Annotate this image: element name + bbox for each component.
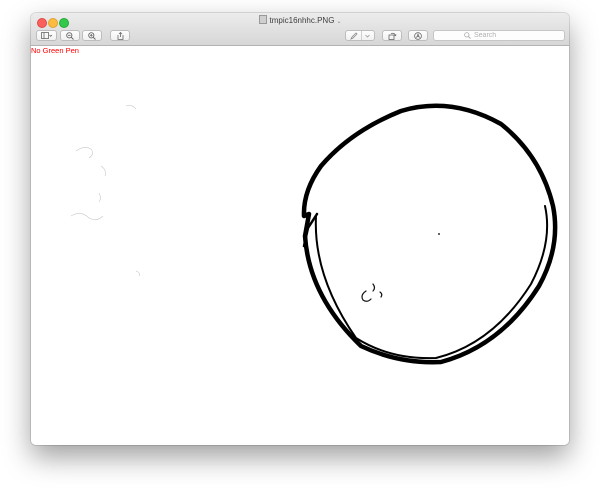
window-title: tmpic16nhhc.PNG ⌄ bbox=[31, 15, 569, 28]
sidebar-button[interactable] bbox=[36, 30, 57, 41]
title-bar: tmpic16nhhc.PNG ⌄ bbox=[31, 13, 569, 46]
zoom-out-icon bbox=[66, 31, 74, 40]
preview-window: tmpic16nhhc.PNG⌄ No Gree bbox=[31, 13, 569, 445]
annotate-icon bbox=[414, 31, 422, 40]
search-input[interactable] bbox=[474, 32, 534, 39]
zoom-out-button[interactable] bbox=[60, 30, 80, 41]
search-field[interactable] bbox=[433, 30, 565, 41]
markup-pen-icon bbox=[350, 31, 358, 40]
zoom-in-button[interactable] bbox=[82, 30, 102, 41]
divider bbox=[361, 31, 362, 40]
faint-eraser-marks bbox=[70, 105, 140, 277]
share-icon bbox=[117, 31, 123, 40]
zoom-in-icon bbox=[88, 31, 96, 40]
image-canvas: No Green Pen bbox=[31, 46, 569, 445]
chevron-down-icon[interactable]: ⌄ bbox=[336, 19, 341, 25]
share-button[interactable] bbox=[110, 30, 130, 41]
sidebar-icon bbox=[41, 32, 52, 39]
hand-drawn-circle bbox=[70, 103, 558, 365]
chevron-down-icon bbox=[365, 34, 370, 38]
rotate-icon bbox=[388, 32, 397, 40]
annotate-button[interactable] bbox=[408, 30, 428, 41]
markup-pen-button[interactable] bbox=[345, 30, 375, 41]
rotate-button[interactable] bbox=[382, 30, 402, 41]
window-title-text: tmpic16nhhc.PNG bbox=[269, 16, 335, 25]
search-icon bbox=[464, 32, 471, 39]
document-icon bbox=[258, 15, 267, 24]
